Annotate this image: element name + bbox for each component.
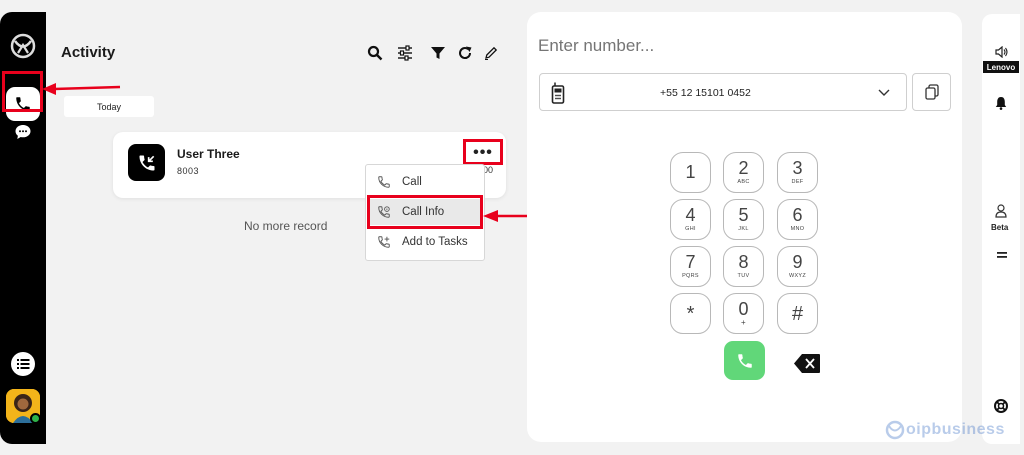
right-rail: Lenovo Beta: [982, 14, 1020, 444]
key-digit: 0: [738, 299, 749, 319]
dial-key-7[interactable]: 7 PQRS: [670, 246, 711, 287]
dial-key-0[interactable]: 0 +: [723, 293, 764, 334]
menu-item-label: Add to Tasks: [402, 236, 468, 248]
selected-number: +55 12 15101 0452: [660, 87, 751, 99]
contact-name: User Three: [177, 147, 240, 161]
speaker-icon[interactable]: [995, 46, 1008, 58]
copy-button[interactable]: [912, 73, 951, 111]
bell-icon[interactable]: [995, 96, 1007, 110]
help-lifebuoy-icon[interactable]: [994, 399, 1008, 413]
key-letters: ABC: [737, 179, 750, 185]
user-icon[interactable]: [995, 204, 1007, 218]
dial-key-6[interactable]: 6 MNO: [777, 199, 818, 240]
call-button[interactable]: [724, 341, 765, 380]
key-digit: 9: [792, 252, 803, 272]
online-status-dot: [30, 413, 41, 424]
app-logo-icon: [10, 33, 36, 59]
dial-key-5[interactable]: 5 JKL: [723, 199, 764, 240]
menu-item-add-to-tasks[interactable]: Add to Tasks: [369, 229, 481, 255]
watermark: oipbusiness: [884, 420, 1005, 440]
chevron-down-icon: [878, 89, 890, 96]
key-digit: 2: [738, 158, 749, 178]
date-separator: Today: [64, 96, 154, 117]
call-type-badge: [128, 144, 165, 181]
key-digit: 8: [738, 252, 749, 272]
mobile-phone-icon: [551, 82, 565, 104]
menu-lines-icon[interactable]: [997, 251, 1007, 259]
key-letters: +: [741, 318, 746, 327]
phone-icon: [378, 176, 390, 188]
highlight-call-info: [367, 195, 483, 229]
dial-key-hash[interactable]: #: [777, 293, 818, 334]
search-icon[interactable]: [367, 45, 383, 61]
dial-key-2[interactable]: 2 ABC: [723, 152, 764, 193]
key-letters: GHI: [685, 226, 696, 232]
key-letters: JKL: [738, 226, 749, 232]
key-letters: MNO: [790, 226, 805, 232]
no-more-records: No more record: [244, 219, 328, 233]
key-digit: 5: [738, 205, 749, 225]
copy-icon: [924, 84, 939, 100]
key-letters: TUV: [737, 273, 750, 279]
watermark-logo-icon: [885, 420, 905, 440]
add-task-icon: [378, 236, 390, 248]
key-digit: #: [791, 302, 804, 325]
key-digit: 3: [792, 158, 803, 178]
highlight-more-button: [463, 139, 503, 165]
key-letters: PQRS: [682, 273, 699, 279]
menu-item-call[interactable]: Call: [369, 169, 481, 195]
menu-item-label: Call: [402, 176, 422, 188]
dial-key-1[interactable]: 1: [670, 152, 711, 193]
brand-label: Lenovo: [983, 61, 1019, 73]
annotation-arrow-right: [483, 210, 530, 222]
dial-key-4[interactable]: 4 GHI: [670, 199, 711, 240]
dial-key-9[interactable]: 9 WXYZ: [777, 246, 818, 287]
backspace-icon[interactable]: [793, 353, 821, 374]
chat-icon[interactable]: [14, 123, 32, 141]
list-icon[interactable]: [10, 351, 36, 377]
watermark-text: oipbusiness: [906, 421, 1005, 438]
filter-icon[interactable]: [430, 45, 446, 61]
dial-key-3[interactable]: 3 DEF: [777, 152, 818, 193]
highlight-rail-phone: [2, 71, 43, 112]
phone-icon: [737, 353, 752, 368]
key-digit: *: [686, 302, 695, 325]
caller-id-select[interactable]: +55 12 15101 0452: [539, 73, 907, 111]
key-letters: WXYZ: [788, 273, 807, 279]
edit-icon[interactable]: [483, 45, 499, 61]
dial-key-star[interactable]: *: [670, 293, 711, 334]
key-digit: 1: [685, 162, 696, 182]
sliders-icon[interactable]: [397, 45, 413, 61]
key-digit: 4: [685, 205, 696, 225]
contact-extension: 8003: [177, 166, 200, 176]
page-title: Activity: [61, 44, 116, 61]
number-input[interactable]: [538, 36, 838, 56]
beta-label: Beta: [991, 223, 1009, 232]
key-digit: 7: [685, 252, 696, 272]
incoming-call-icon: [139, 155, 154, 170]
refresh-icon[interactable]: [457, 45, 473, 61]
dial-key-8[interactable]: 8 TUV: [723, 246, 764, 287]
key-letters: DEF: [791, 179, 804, 185]
key-digit: 6: [792, 205, 803, 225]
